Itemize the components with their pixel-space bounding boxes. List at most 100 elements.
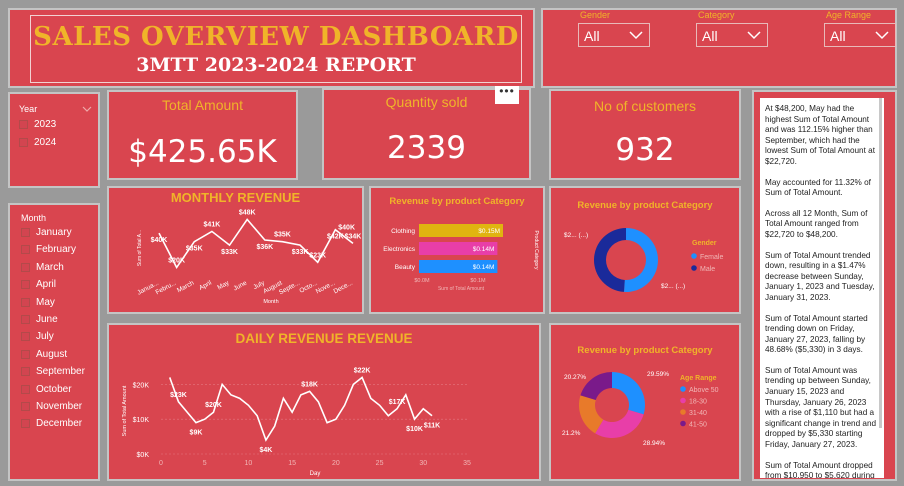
data-label: $0.15M xyxy=(478,228,500,235)
x-tick-label: 15 xyxy=(288,460,296,467)
x-tick-label: 35 xyxy=(463,460,471,467)
data-label: $34K xyxy=(345,233,362,240)
checkbox[interactable] xyxy=(21,245,30,255)
page-subtitle: 3MTT 2023-2024 REPORT xyxy=(136,54,416,76)
month-item-january[interactable]: January xyxy=(21,227,72,238)
checkbox[interactable] xyxy=(21,280,30,290)
more-options-button[interactable]: ••• xyxy=(495,85,519,104)
gender-filter-label: Gender xyxy=(580,10,611,20)
month-item-label: May xyxy=(36,296,55,308)
age-filter-value: All xyxy=(830,28,846,44)
x-tick-label: $0.0M xyxy=(414,278,430,284)
month-item-july[interactable]: July xyxy=(21,331,54,342)
chart-title: Revenue by product Category xyxy=(577,200,713,211)
chevron-down-icon xyxy=(747,31,761,40)
checkbox[interactable] xyxy=(19,138,28,147)
y-tick-label: $10K xyxy=(133,417,150,424)
x-tick-label: 25 xyxy=(376,460,384,467)
x-tick-label: 5 xyxy=(203,460,207,467)
checkbox[interactable] xyxy=(21,384,30,394)
x-tick-label: Dece... xyxy=(332,279,354,295)
daily-revenue-plot: Sum of Total Amount $0K $10K $20K 0 5 10 15 20 25… xyxy=(122,367,471,477)
y-axis-label: Sum of Total Amount xyxy=(122,385,128,436)
daily-revenue-chart: DAILY REVENUE REVENUE Sum of Total Amoun… xyxy=(107,323,541,481)
month-item-november[interactable]: November xyxy=(21,401,82,412)
month-item-may[interactable]: May xyxy=(21,297,55,308)
category-revenue-chart: Revenue by product Category Clothing $0.1… xyxy=(369,186,545,314)
x-axis-label: Sum of Total Amount xyxy=(438,286,485,292)
category-filter-dropdown[interactable]: All xyxy=(696,23,768,47)
x-tick-label: 0 xyxy=(159,460,163,467)
checkbox[interactable] xyxy=(21,349,30,359)
gender-donut-plot: $2... (...) $2... (...) Gender Female Male xyxy=(564,228,723,292)
category-label: Electronics xyxy=(383,246,416,253)
checkbox[interactable] xyxy=(21,367,30,377)
month-item-august[interactable]: August xyxy=(21,349,67,360)
month-item-june[interactable]: June xyxy=(21,314,58,325)
checkbox[interactable] xyxy=(21,262,30,272)
x-axis-label: Month xyxy=(263,299,278,305)
checkbox[interactable] xyxy=(21,228,30,237)
month-item-label: September xyxy=(36,366,85,378)
legend-marker xyxy=(680,409,686,415)
legend-marker xyxy=(691,253,697,259)
data-label: $42K xyxy=(327,234,344,241)
category-bar-plot: Clothing $0.15M Electronics $0.14M Beauty $0.… xyxy=(383,224,539,292)
x-tick-label: 10 xyxy=(245,460,253,467)
chart-title: MONTHLY REVENUE xyxy=(170,190,301,205)
age-donut-chart: Revenue by product Category 29.59% 28.94%… xyxy=(549,323,741,481)
chart-title: DAILY REVENUE REVENUE xyxy=(235,331,413,346)
chevron-down-icon[interactable] xyxy=(82,106,92,113)
donut-slice[interactable] xyxy=(623,228,658,292)
legend-label: Above 50 xyxy=(689,387,719,394)
narrative-paragraph: Sum of Total Amount was trending up betw… xyxy=(765,365,877,450)
gender-filter-dropdown[interactable]: All xyxy=(578,23,650,47)
kpi-title: No of customers xyxy=(594,98,696,114)
age-filter-dropdown[interactable]: All xyxy=(824,23,896,47)
month-item-label: February xyxy=(36,244,77,256)
month-item-february[interactable]: February xyxy=(21,244,76,255)
checkbox[interactable] xyxy=(21,332,30,342)
data-label: $40K xyxy=(151,237,168,244)
donut-slice[interactable] xyxy=(612,372,645,415)
year-item-label: 2023 xyxy=(34,119,57,130)
data-label: $33K xyxy=(221,249,238,256)
month-item-october[interactable]: October xyxy=(21,384,72,395)
data-label: $9K xyxy=(190,430,203,437)
data-label: $35K xyxy=(186,246,203,253)
legend-marker xyxy=(691,265,697,271)
y-axis-label: Sum of Total A... xyxy=(137,230,143,266)
chevron-down-icon xyxy=(875,31,889,40)
month-item-december[interactable]: December xyxy=(21,418,82,429)
x-tick-label: $0.1M xyxy=(470,278,486,284)
x-tick-label: Febru... xyxy=(155,279,178,296)
x-tick-label: 20 xyxy=(332,460,340,467)
data-label: $17K xyxy=(389,399,406,406)
smart-narrative[interactable]: At $48,200, May had the highest Sum of T… xyxy=(760,98,884,478)
checkbox[interactable] xyxy=(21,297,30,307)
narrative-paragraph: Sum of Total Amount trended down, result… xyxy=(765,250,875,302)
checkbox[interactable] xyxy=(21,315,30,324)
checkbox[interactable] xyxy=(21,402,30,411)
month-item-april[interactable]: April xyxy=(21,279,56,290)
data-label: $2... (...) xyxy=(564,232,588,239)
data-label: $18K xyxy=(301,381,318,388)
year-item-2023[interactable]: 2023 xyxy=(19,119,56,130)
legend-label: 41-50 xyxy=(689,422,707,429)
checkbox[interactable] xyxy=(21,419,30,429)
donut-slice[interactable] xyxy=(595,409,644,438)
donut-slice[interactable] xyxy=(593,228,626,292)
legend-title: Age Range xyxy=(680,375,717,382)
checkbox[interactable] xyxy=(19,120,28,129)
month-item-september[interactable]: September xyxy=(21,366,85,377)
scrollbar[interactable] xyxy=(879,98,882,428)
month-item-label: November xyxy=(36,401,83,412)
data-label: $41K xyxy=(204,221,221,228)
monthly-revenue-plot: Sum of Total A... $40KJanua...$20KFebru..… xyxy=(136,209,362,305)
data-label: $23K xyxy=(309,252,326,259)
data-label: 20.27% xyxy=(564,374,586,381)
narrative-paragraph: Sum of Total Amount started trending dow… xyxy=(765,313,868,355)
month-item-march[interactable]: March xyxy=(21,262,64,273)
year-item-2024[interactable]: 2024 xyxy=(19,137,56,148)
month-item-label: October xyxy=(36,383,72,395)
